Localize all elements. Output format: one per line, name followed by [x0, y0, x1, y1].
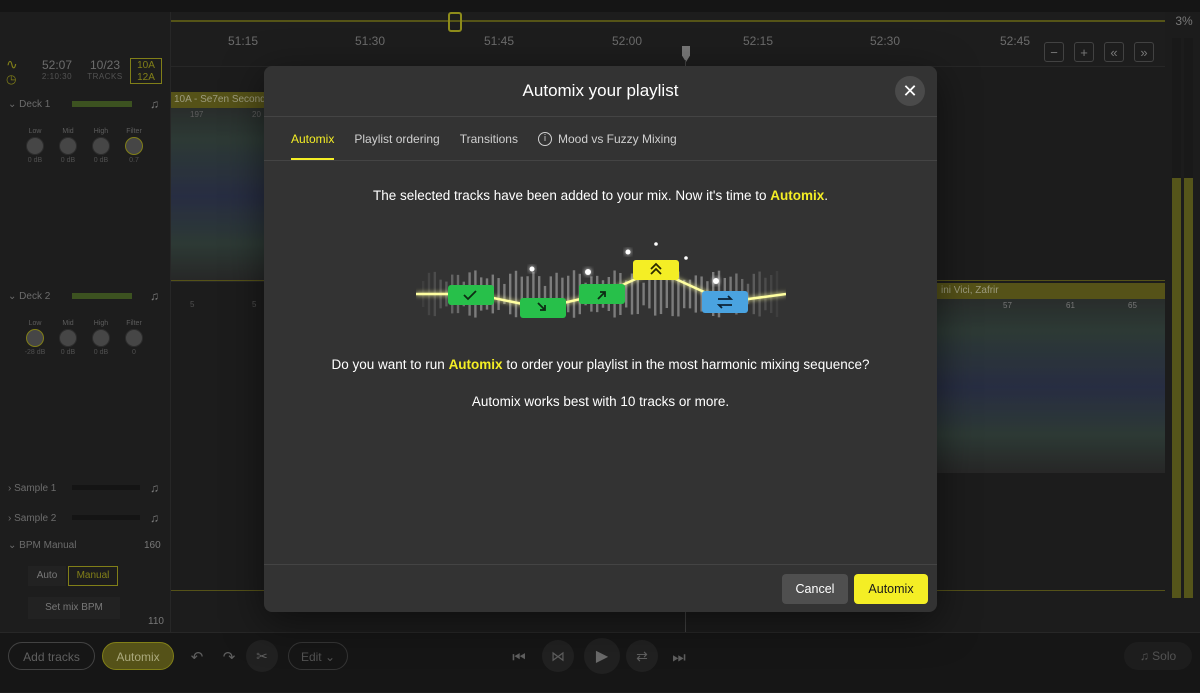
intro-message: The selected tracks have been added to y…	[264, 188, 937, 203]
tab-transitions[interactable]: Transitions	[460, 118, 518, 160]
divider	[264, 564, 937, 565]
waveform-bar	[497, 278, 500, 310]
automix-highlight: Automix	[448, 357, 503, 372]
info-icon: i	[537, 132, 552, 146]
tab-mood-vs-fuzzy-mixing[interactable]: i Mood vs Fuzzy Mixing	[537, 118, 677, 160]
tab-label: Mood vs Fuzzy Mixing	[557, 132, 677, 146]
waveform-bar	[509, 273, 512, 315]
close-button[interactable]: ✕	[895, 76, 925, 106]
message-text: The selected tracks have been added to y…	[372, 188, 771, 203]
message-text: .	[824, 188, 829, 203]
waveform-bar	[752, 273, 755, 315]
question-message: Do you want to run Automix to order your…	[264, 357, 937, 372]
sparkle	[625, 249, 631, 255]
arrow-down-right-tile	[520, 298, 566, 318]
tab-label: Transitions	[459, 132, 518, 146]
tab-playlist-ordering[interactable]: Playlist ordering	[354, 118, 439, 160]
dialog-title: Automix your playlist	[522, 81, 679, 100]
tab-automix[interactable]: Automix	[291, 118, 335, 160]
waveform-bar	[770, 274, 773, 314]
hint-message: Automix works best with 10 tracks or mor…	[471, 394, 730, 409]
cancel-button[interactable]: Cancel	[782, 574, 848, 604]
divider	[264, 116, 937, 117]
automix-highlight: Automix	[770, 188, 825, 203]
arrow-up-right-tile	[579, 284, 625, 304]
automix-illustration	[416, 242, 786, 318]
automix-confirm-button[interactable]: Automix	[854, 574, 928, 604]
automix-dialog: Automix your playlist ✕ Automix Playlist…	[264, 66, 937, 612]
dialog-tabs: Automix Playlist ordering Transitions iM…	[291, 118, 697, 160]
swap-arrows-tile	[702, 291, 748, 313]
waveform-bar	[567, 275, 570, 313]
waveform-bar	[665, 279, 668, 309]
message-text: to order your playlist in the most harmo…	[502, 357, 870, 372]
message-text: Do you want to run	[331, 357, 449, 372]
sparkle	[585, 269, 591, 275]
tab-label: Automix	[291, 132, 335, 146]
sparkle	[654, 242, 658, 246]
waveform-bar	[648, 279, 651, 309]
waveform-bar	[572, 270, 576, 318]
double-chevron-up-tile	[633, 260, 679, 280]
waveform-bar	[764, 277, 767, 311]
waveform-bar	[514, 270, 518, 318]
waveform-bar	[694, 275, 697, 313]
divider	[264, 160, 937, 161]
sparkle	[684, 256, 688, 260]
check-tile	[448, 285, 494, 305]
close-icon: ✕	[902, 80, 918, 101]
sparkle	[713, 278, 719, 284]
waveform-bar	[758, 271, 761, 317]
waveform-bar	[642, 282, 645, 306]
sparkle	[529, 266, 535, 272]
tab-label: Playlist ordering	[354, 132, 440, 146]
